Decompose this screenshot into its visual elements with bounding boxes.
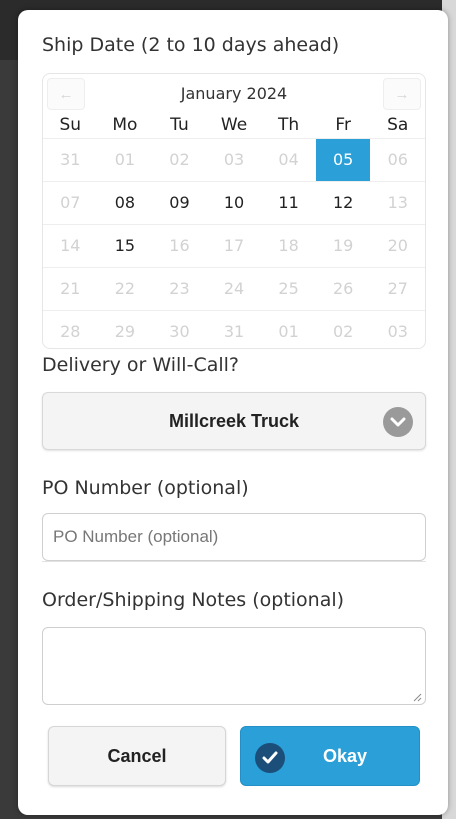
calendar-day: 16 <box>169 236 190 255</box>
calendar-day[interactable]: 15 <box>98 225 153 267</box>
calendar-day[interactable]: 09 <box>152 182 207 224</box>
calendar-day: 03 <box>223 150 245 169</box>
calendar-day: 23 <box>169 279 190 298</box>
calendar-day[interactable]: 08 <box>98 182 153 224</box>
okay-button[interactable]: Okay <box>240 726 420 786</box>
po-number-input[interactable] <box>42 513 426 561</box>
calendar-grid: 31 01 02 03 04 05 06 07 08 09 10 11 12 13 14 15 16 17 18 19… <box>43 138 425 348</box>
calendar-day: 28 <box>60 322 81 341</box>
calendar-day: 20 <box>387 236 408 255</box>
delivery-label: Delivery or Will-Call? <box>42 354 239 376</box>
calendar-day: 27 <box>387 279 408 298</box>
calendar-day: 01 <box>114 150 136 169</box>
calendar-day: 22 <box>114 279 136 298</box>
cancel-button[interactable]: Cancel <box>48 726 226 786</box>
weekday-label: Th <box>278 115 300 135</box>
weekday-header-row: Su Mo Tu We Th Fr Sa <box>43 112 425 138</box>
calendar-day: 31 <box>60 150 81 169</box>
ship-date-label: Ship Date (2 to 10 days ahead) <box>42 34 340 56</box>
calendar-week-row: 28 29 30 31 01 02 03 <box>43 310 425 348</box>
calendar-day: 13 <box>387 193 408 212</box>
resize-grip-icon[interactable] <box>412 692 422 702</box>
calendar-month-label: January 2024 <box>180 83 288 103</box>
calendar-day[interactable]: 12 <box>316 182 371 224</box>
calendar-day: 31 <box>223 322 245 341</box>
calendar-day: 14 <box>60 236 81 255</box>
chevron-down-icon <box>383 407 413 437</box>
prev-month-button[interactable]: ← <box>47 78 85 110</box>
delivery-method-select[interactable]: Millcreek Truck <box>42 392 426 450</box>
weekday-label: Sa <box>387 115 409 135</box>
calendar-day: 21 <box>60 279 81 298</box>
weekday-label: Tu <box>170 115 189 135</box>
calendar-day: 02 <box>333 322 354 341</box>
calendar-week-row: 21 22 23 24 25 26 27 <box>43 267 425 310</box>
calendar-day: 04 <box>278 150 299 169</box>
calendar-day: 06 <box>387 150 408 169</box>
calendar-day[interactable]: 10 <box>207 182 262 224</box>
calendar-day: 03 <box>387 322 408 341</box>
cancel-button-label: Cancel <box>107 745 167 766</box>
weekday-label: Fr <box>335 115 351 135</box>
calendar-day: 30 <box>169 322 190 341</box>
notes-label: Order/Shipping Notes (optional) <box>42 589 345 611</box>
arrow-left-icon: ← <box>58 85 74 103</box>
weekday-label: We <box>220 115 248 135</box>
calendar-day[interactable]: 11 <box>261 182 316 224</box>
calendar-day: 26 <box>333 279 354 298</box>
calendar-header: ← January 2024 → <box>43 74 425 112</box>
calendar-day: 01 <box>278 322 299 341</box>
calendar-day-selected[interactable]: 05 <box>315 139 371 181</box>
calendar-day: 24 <box>223 279 245 298</box>
calendar-week-row: 14 15 16 17 18 19 20 <box>43 224 425 267</box>
calendar-day: 18 <box>278 236 299 255</box>
calendar-day: 19 <box>333 236 354 255</box>
next-month-button[interactable]: → <box>383 78 421 110</box>
po-input-divider <box>42 561 426 562</box>
calendar-day: 25 <box>278 279 299 298</box>
arrow-right-icon: → <box>394 85 410 103</box>
date-picker-calendar: ← January 2024 → Su Mo Tu We Th Fr Sa 31… <box>42 73 426 349</box>
calendar-day: 02 <box>169 150 190 169</box>
weekday-label: Mo <box>112 115 138 135</box>
calendar-week-row: 31 01 02 03 04 05 06 <box>43 138 425 181</box>
weekday-label: Su <box>59 115 82 135</box>
ship-date-dialog: Ship Date (2 to 10 days ahead) ← January… <box>18 10 448 815</box>
calendar-week-row: 07 08 09 10 11 12 13 <box>43 181 425 224</box>
check-icon <box>255 743 285 773</box>
calendar-day: 29 <box>114 322 136 341</box>
calendar-day: 17 <box>223 236 245 255</box>
delivery-method-value: Millcreek Truck <box>168 410 300 431</box>
calendar-day: 07 <box>60 193 81 212</box>
okay-button-label: Okay <box>322 745 368 766</box>
notes-textarea[interactable] <box>42 627 426 705</box>
po-number-label: PO Number (optional) <box>42 477 249 499</box>
